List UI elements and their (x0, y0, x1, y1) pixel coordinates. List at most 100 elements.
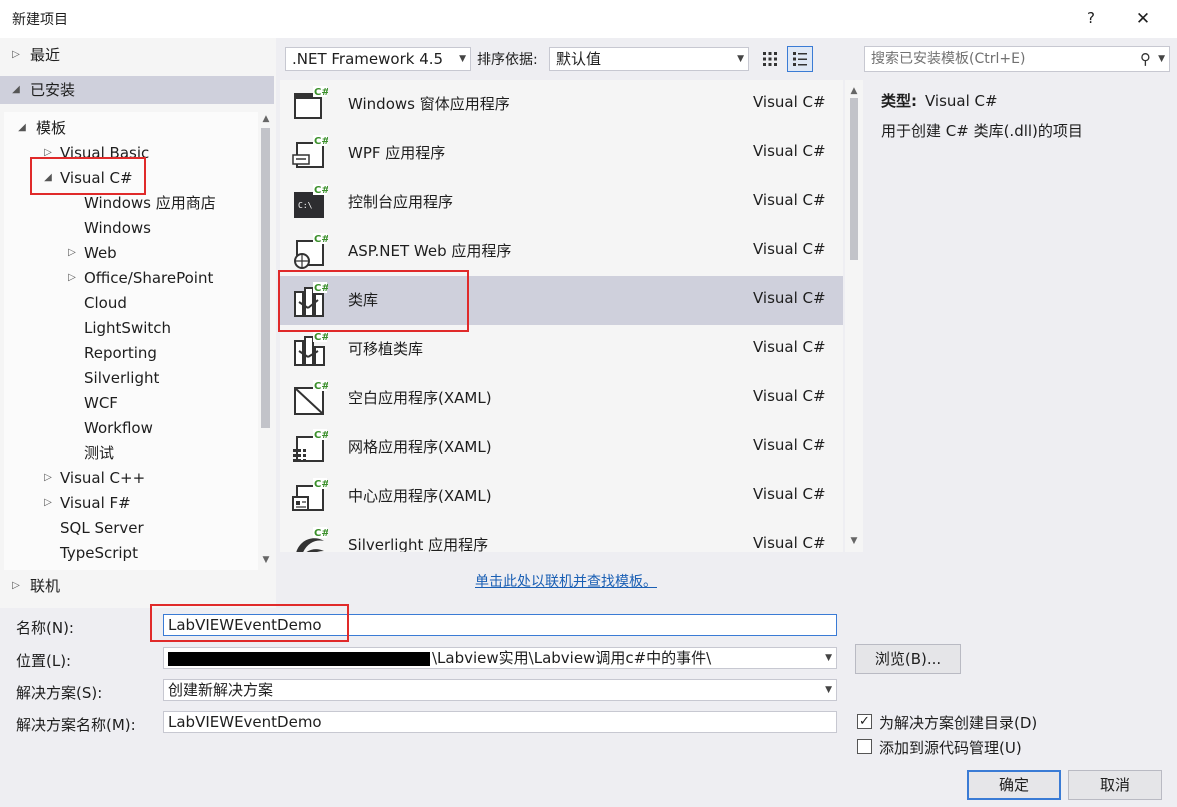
template-name: 空白应用程序(XAML) (348, 389, 492, 407)
collapse-arrow-icon[interactable]: ◢ (10, 78, 22, 102)
location-label: 位置(L): (16, 652, 72, 670)
create-directory-label[interactable]: 为解决方案创建目录(D) (879, 712, 1037, 733)
template-language: Visual C# (753, 436, 826, 454)
collapse-arrow-icon[interactable]: ◢ (16, 116, 28, 140)
title-bar: 新建项目 ? ✕ (0, 0, 1177, 38)
tree-item-label: Reporting (84, 344, 157, 362)
sort-select[interactable]: 默认值 ▼ (549, 47, 749, 71)
tree-item-label: Workflow (84, 419, 153, 437)
scroll-down-icon[interactable]: ▼ (848, 536, 860, 546)
tree-item-label: Visual F# (60, 494, 131, 512)
grid-app-icon: C# (293, 429, 328, 462)
tree-item-label: SQL Server (60, 519, 144, 537)
tree-item-label: Windows (84, 219, 151, 237)
list-view-button[interactable] (787, 46, 813, 72)
tree-item-label: TypeScript (60, 544, 138, 562)
tree-scrollbar[interactable]: ▲ ▼ (258, 112, 274, 570)
template-item[interactable]: C# 网格应用程序(XAML) Visual C# (280, 423, 843, 472)
scroll-down-icon[interactable]: ▼ (260, 555, 272, 567)
chevron-down-icon: ▼ (825, 685, 832, 695)
winforms-icon: C# (294, 86, 328, 119)
tree-item-label: 联机 (30, 577, 61, 595)
template-description: 用于创建 C# 类库(.dll)的项目 (881, 122, 1083, 140)
chevron-down-icon: ▼ (737, 54, 744, 64)
expand-arrow-icon[interactable]: ▷ (10, 574, 22, 598)
tree-item-recent[interactable]: ▷ 最近 (0, 43, 276, 67)
template-language: Visual C# (753, 240, 826, 258)
template-item[interactable]: C# WPF 应用程序 Visual C# (280, 129, 843, 178)
template-item[interactable]: C# 空白应用程序(XAML) Visual C# (280, 374, 843, 423)
template-item[interactable]: C# Windows 窗体应用程序 Visual C# (280, 80, 843, 129)
create-directory-checkbox[interactable]: ✓ (857, 714, 872, 729)
tree-item-label: Visual C++ (60, 469, 146, 487)
template-tree: ▷ 最近 ◢ 已安装 ◢ 模板 ▷ Visual Basic ◢ Visual … (0, 38, 276, 608)
scroll-up-icon[interactable]: ▲ (848, 86, 860, 96)
help-button[interactable]: ? (1080, 6, 1102, 30)
template-language: Visual C# (753, 191, 826, 209)
solution-name-value: LabVIEWEventDemo (168, 713, 322, 731)
svg-text:C#: C# (314, 185, 328, 196)
highlight-annotation (30, 157, 146, 195)
window-title: 新建项目 (12, 12, 68, 28)
grid-view-button[interactable] (757, 46, 783, 72)
template-name: 可移植类库 (348, 340, 424, 358)
svg-text:C#: C# (314, 332, 328, 343)
scroll-thumb[interactable] (850, 98, 858, 260)
silverlight-icon: C# (296, 527, 328, 552)
template-language: Visual C# (753, 93, 826, 111)
search-icon[interactable]: ⚲ (1140, 47, 1151, 71)
svg-text:C#: C# (314, 479, 328, 490)
online-templates-link[interactable]: 单击此处以联机并查找模板。 (475, 571, 657, 591)
expand-arrow-icon[interactable]: ▷ (66, 241, 78, 265)
list-view-icon (793, 52, 807, 66)
cancel-button[interactable]: 取消 (1068, 770, 1162, 800)
browse-button[interactable]: 浏览(B)... (855, 644, 961, 674)
expand-arrow-icon[interactable]: ▷ (10, 43, 22, 67)
type-value: Visual C# (925, 92, 998, 110)
framework-select[interactable]: .NET Framework 4.5 ▼ (285, 47, 471, 71)
chevron-down-icon[interactable]: ▼ (1158, 47, 1165, 71)
solution-name-label: 解决方案名称(M): (16, 716, 136, 734)
expand-arrow-icon[interactable]: ▷ (42, 491, 54, 515)
template-list-scrollbar[interactable]: ▲ ▼ (845, 80, 863, 552)
source-control-checkbox[interactable] (857, 739, 872, 754)
source-control-label[interactable]: 添加到源代码管理(U) (879, 737, 1022, 758)
scroll-up-icon[interactable]: ▲ (260, 114, 272, 126)
tree-item-label: 测试 (84, 444, 115, 462)
tree-item-label: 模板 (36, 119, 67, 137)
template-item[interactable]: C:\C# 控制台应用程序 Visual C# (280, 178, 843, 227)
template-item[interactable]: C# Silverlight 应用程序 Visual C# (280, 521, 843, 552)
template-name: Silverlight 应用程序 (348, 536, 489, 552)
svg-text:C#: C# (314, 136, 328, 147)
web-icon: C# (294, 233, 328, 269)
template-item[interactable]: C# ASP.NET Web 应用程序 Visual C# (280, 227, 843, 276)
template-language: Visual C# (753, 485, 826, 503)
template-item[interactable]: C# 可移植类库 Visual C# (280, 325, 843, 374)
tree-item-installed[interactable]: ◢ 已安装 (0, 76, 274, 104)
solution-value: 创建新解决方案 (168, 681, 274, 699)
tree-item-label: Office/SharePoint (84, 269, 214, 287)
blank-app-icon: C# (294, 380, 328, 415)
solution-name-input[interactable]: LabVIEWEventDemo (163, 711, 837, 733)
template-name: WPF 应用程序 (348, 144, 446, 162)
template-language: Visual C# (753, 142, 826, 160)
close-button[interactable]: ✕ (1130, 6, 1156, 32)
template-search-input[interactable]: 搜索已安装模板(Ctrl+E) ⚲ ▼ (864, 46, 1170, 72)
highlight-annotation (150, 604, 349, 642)
template-item[interactable]: C# 中心应用程序(XAML) Visual C# (280, 472, 843, 521)
sort-value: 默认值 (556, 50, 602, 68)
tree-item-online[interactable]: ▷ 联机 (0, 574, 276, 598)
location-select[interactable]: \Labview实用\Labview调用c#中的事件\ ▼ (163, 647, 837, 669)
search-placeholder: 搜索已安装模板(Ctrl+E) (871, 51, 1026, 67)
expand-arrow-icon[interactable]: ▷ (42, 466, 54, 490)
chevron-down-icon: ▼ (825, 653, 832, 663)
template-name: 控制台应用程序 (348, 193, 454, 211)
template-toolbar: .NET Framework 4.5 ▼ 排序依据: 默认值 ▼ (276, 38, 856, 80)
solution-select[interactable]: 创建新解决方案 ▼ (163, 679, 837, 701)
sort-label: 排序依据: (477, 52, 538, 68)
wpf-icon: C# (292, 135, 328, 168)
ok-button[interactable]: 确定 (967, 770, 1061, 800)
scroll-thumb[interactable] (261, 128, 270, 428)
template-language: Visual C# (753, 534, 826, 552)
expand-arrow-icon[interactable]: ▷ (66, 266, 78, 290)
